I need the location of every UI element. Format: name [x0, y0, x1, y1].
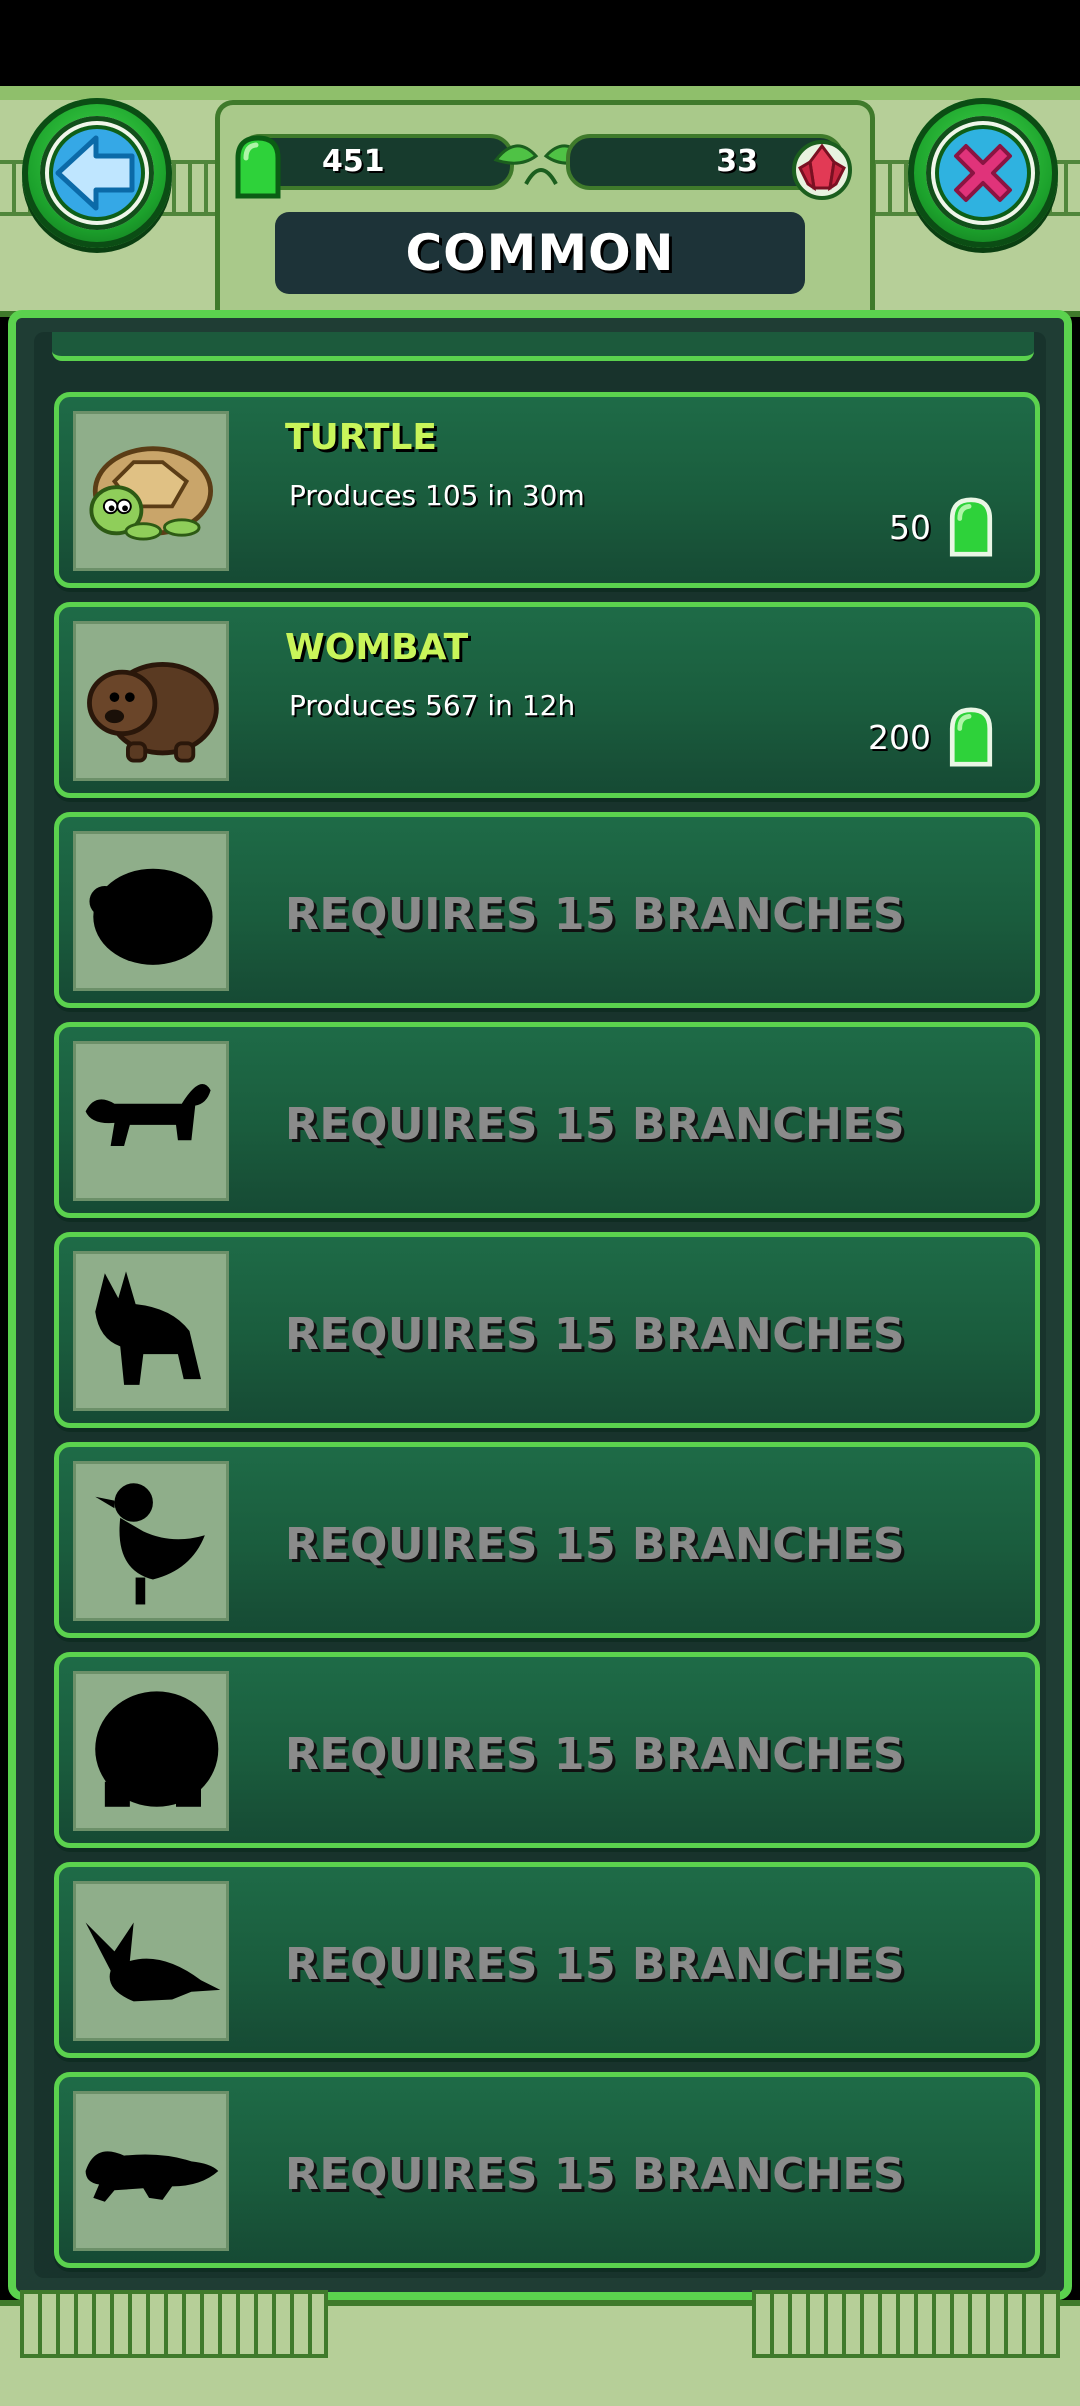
item-name: TURTLE — [285, 417, 437, 458]
list-item-wombat[interactable]: WOMBAT Produces 567 in 12h 200 — [54, 602, 1040, 798]
list-item-locked[interactable]: REQUIRES 15 BRANCHES — [54, 1232, 1040, 1428]
footer-decoration-left — [20, 2290, 328, 2358]
gem-counter: 451 — [235, 134, 514, 199]
locked-silhouette-icon — [73, 1671, 229, 1831]
status-bar — [0, 0, 1080, 86]
list-item-turtle[interactable]: TURTLE Produces 105 in 30m 50 — [54, 392, 1040, 588]
locked-requirement: REQUIRES 15 BRANCHES — [285, 1099, 906, 1150]
turtle-icon — [73, 411, 229, 571]
back-arrow-icon — [49, 125, 145, 221]
list-item-locked[interactable]: REQUIRES 15 BRANCHES — [54, 1862, 1040, 2058]
back-button[interactable] — [22, 98, 172, 248]
ruby-counter: 33 — [566, 134, 852, 200]
list-item-locked[interactable]: REQUIRES 15 BRANCHES — [54, 1652, 1040, 1848]
footer-decoration-right — [752, 2290, 1060, 2358]
locked-silhouette-icon — [73, 1041, 229, 1201]
locked-requirement: REQUIRES 15 BRANCHES — [285, 1729, 906, 1780]
buy-button[interactable]: 50 — [889, 491, 1001, 563]
ruby-crystal-icon — [792, 140, 852, 200]
page-title: COMMON — [405, 224, 675, 282]
ruby-count: 33 — [716, 144, 758, 179]
locked-silhouette-icon — [73, 2091, 229, 2251]
locked-requirement: REQUIRES 15 BRANCHES — [285, 1939, 906, 1990]
item-list[interactable]: TURTLE Produces 105 in 30m 50 WOMBAT Pro… — [34, 332, 1046, 2278]
locked-requirement: REQUIRES 15 BRANCHES — [285, 2149, 906, 2200]
locked-requirement: REQUIRES 15 BRANCHES — [285, 1519, 906, 1570]
green-gem-icon — [235, 135, 281, 199]
green-gem-icon — [949, 707, 993, 767]
item-description: Produces 567 in 12h — [289, 689, 576, 722]
list-item-locked[interactable]: REQUIRES 15 BRANCHES — [54, 2072, 1040, 2268]
locked-requirement: REQUIRES 15 BRANCHES — [285, 889, 906, 940]
list-item-locked[interactable]: REQUIRES 15 BRANCHES — [54, 1442, 1040, 1638]
item-price: 200 — [868, 717, 931, 757]
gem-count: 451 — [322, 144, 385, 179]
wombat-icon — [73, 621, 229, 781]
locked-silhouette-icon — [73, 1251, 229, 1411]
locked-requirement: REQUIRES 15 BRANCHES — [285, 1309, 906, 1360]
item-description: Produces 105 in 30m — [289, 479, 585, 512]
item-price: 50 — [889, 507, 931, 547]
locked-silhouette-icon — [73, 1881, 229, 2041]
buy-button[interactable]: 200 — [868, 701, 1001, 773]
list-item-partial — [52, 332, 1034, 361]
green-gem-icon — [949, 497, 993, 557]
close-button[interactable] — [908, 98, 1058, 248]
close-x-icon — [935, 125, 1031, 221]
list-item-locked[interactable]: REQUIRES 15 BRANCHES — [54, 812, 1040, 1008]
item-name: WOMBAT — [285, 627, 469, 668]
locked-silhouette-icon — [73, 1461, 229, 1621]
list-item-locked[interactable]: REQUIRES 15 BRANCHES — [54, 1022, 1040, 1218]
item-list-panel: TURTLE Produces 105 in 30m 50 WOMBAT Pro… — [8, 310, 1072, 2300]
page-title-plate: COMMON — [275, 212, 805, 294]
locked-silhouette-icon — [73, 831, 229, 991]
currency-bar: 451 33 — [235, 126, 852, 200]
